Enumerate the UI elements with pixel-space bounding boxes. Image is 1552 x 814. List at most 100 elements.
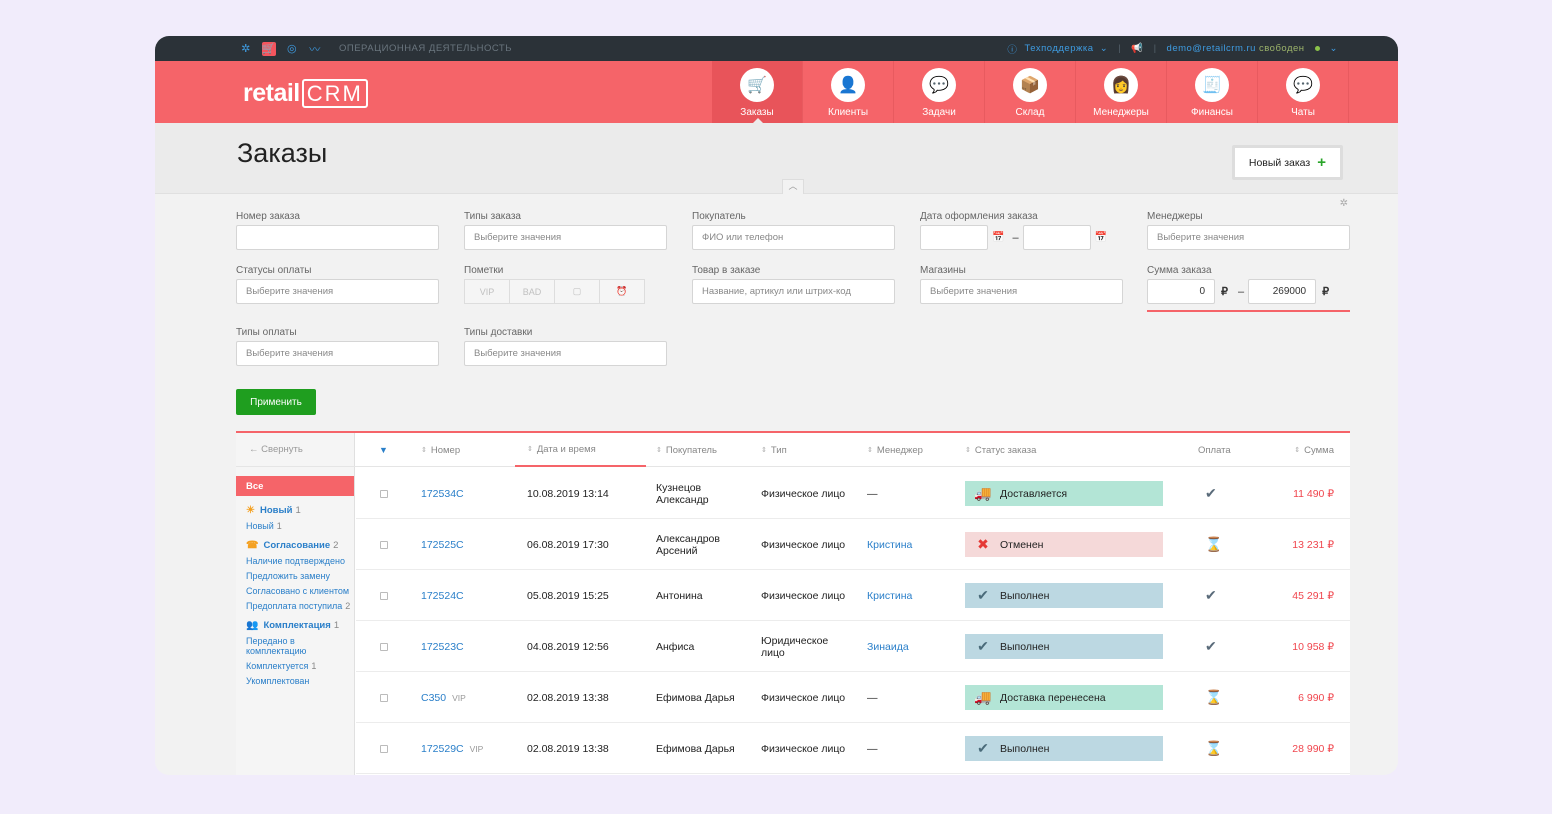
order-number-link[interactable]: 172525C bbox=[421, 539, 464, 551]
new-order-button[interactable]: Новый заказ + bbox=[1231, 145, 1343, 180]
status-dot bbox=[1314, 46, 1320, 51]
order-number-link[interactable]: 172534C bbox=[421, 488, 464, 500]
nav-item-finance[interactable]: 🧾 Финансы bbox=[1167, 61, 1258, 123]
payment-status-icon: ✔ bbox=[1205, 638, 1217, 654]
apply-button[interactable]: Применить bbox=[236, 389, 316, 415]
chevron-down-icon[interactable]: ⌄ bbox=[1330, 43, 1338, 54]
payment-statuses-select[interactable]: Выберите значения bbox=[236, 279, 439, 304]
nav-item-manager[interactable]: 👩 Менеджеры bbox=[1076, 61, 1167, 123]
column-header[interactable]: ⇕ Дата и время bbox=[515, 433, 646, 467]
payment-status-icon: ⌛ bbox=[1205, 536, 1223, 552]
chart-icon[interactable]: 〰 bbox=[308, 42, 322, 56]
order-number-input[interactable] bbox=[236, 225, 439, 250]
status-badge[interactable]: 🚚 Доставляется bbox=[965, 481, 1163, 506]
manager-name[interactable]: Кристина bbox=[867, 539, 912, 551]
logo[interactable]: retail CRM bbox=[243, 79, 368, 108]
collapse-filters-button[interactable]: ︿ bbox=[782, 179, 804, 194]
nav-label: Склад bbox=[1015, 107, 1045, 118]
select-all-toggle[interactable]: ▼ bbox=[379, 433, 388, 467]
date-to-input[interactable] bbox=[1022, 225, 1091, 250]
manager-name[interactable]: Кристина bbox=[867, 590, 912, 602]
date-from-input[interactable] bbox=[920, 225, 988, 250]
row-checkbox[interactable] bbox=[380, 642, 388, 651]
sidebar-item[interactable]: Передано в комплектацию bbox=[236, 636, 354, 656]
managers-select[interactable]: Выберите значения bbox=[1147, 225, 1350, 250]
sidebar-item[interactable]: Укомплектован bbox=[236, 676, 354, 686]
mark-toggle[interactable]: VIP bbox=[464, 279, 510, 304]
table-row[interactable]: 172529C VIP 02.08.2019 13:38 Ефимова Дарья Ф… bbox=[356, 723, 1350, 774]
row-checkbox[interactable] bbox=[380, 489, 388, 498]
table-row[interactable]: 172525C 06.08.2019 17:30 Александров Арсен… bbox=[356, 519, 1350, 570]
status-badge[interactable]: ✖ Отменен bbox=[965, 532, 1163, 557]
order-number-link[interactable]: C350 bbox=[421, 692, 446, 704]
row-checkbox[interactable] bbox=[380, 540, 388, 549]
nav-item-cart[interactable]: 🛒 Заказы bbox=[712, 61, 803, 123]
sidebar-item-label: Согласовано с клиентом bbox=[246, 586, 350, 596]
sidebar-item-label: Передано в комплектацию bbox=[246, 636, 307, 656]
gear-icon[interactable]: ✲ bbox=[1340, 198, 1348, 209]
column-header[interactable]: Оплата bbox=[1198, 433, 1231, 467]
status-badge[interactable]: ✔ Выполнен bbox=[965, 634, 1163, 659]
sum-to-input[interactable]: 269000 bbox=[1248, 279, 1317, 304]
sidebar-group[interactable]: ☀ Новый 1 bbox=[236, 505, 354, 516]
order-number-link[interactable]: 172523C bbox=[421, 641, 464, 653]
cart-icon[interactable]: 🛒 bbox=[262, 41, 276, 56]
calendar-icon[interactable]: 📅 bbox=[992, 232, 1004, 243]
shops-select[interactable]: Выберите значения bbox=[920, 279, 1123, 304]
nav-item-client[interactable]: 👤 Клиенты bbox=[803, 61, 894, 123]
sidebar-item[interactable]: Новый 1 bbox=[236, 521, 354, 531]
table-row[interactable]: C350 VIP 02.08.2019 13:38 Ефимова Дарья Физи… bbox=[356, 672, 1350, 723]
sum-from-input[interactable]: 0 bbox=[1147, 279, 1215, 304]
manager-name[interactable]: Зинаида bbox=[867, 641, 909, 653]
megaphone-icon[interactable]: 📢 bbox=[1131, 43, 1143, 54]
order-number-link[interactable]: 172524C bbox=[421, 590, 464, 602]
sidebar-item-all[interactable]: Все bbox=[236, 476, 354, 496]
calendar-icon[interactable]: 📅 bbox=[1095, 232, 1107, 243]
user-email[interactable]: demo@retailcrm.ru bbox=[1167, 43, 1256, 54]
sidebar-item[interactable]: Согласовано с клиентом bbox=[236, 586, 354, 596]
column-header[interactable]: ⇕ Номер bbox=[421, 433, 460, 467]
sidebar-item[interactable]: Предложить замену bbox=[236, 571, 354, 581]
sidebar-group[interactable]: ☎ Согласование 2 bbox=[236, 540, 354, 551]
payment-types-select[interactable]: Выберите значения bbox=[236, 341, 439, 366]
user-status: свободен bbox=[1258, 43, 1305, 54]
mark-toggle[interactable]: ▢ bbox=[554, 279, 600, 304]
row-checkbox[interactable] bbox=[380, 744, 388, 753]
gear-icon[interactable]: ✲ bbox=[239, 42, 253, 56]
customer-input[interactable]: ФИО или телефон bbox=[692, 225, 895, 250]
sidebar-item[interactable]: Комплектуется 1 bbox=[236, 661, 354, 671]
mark-toggle[interactable]: ⏰ bbox=[599, 279, 645, 304]
table-row[interactable]: 172523C 04.08.2019 12:56 Анфиса Юридическое… bbox=[356, 621, 1350, 672]
column-header[interactable]: ⇕ Покупатель bbox=[656, 433, 717, 467]
sidebar-item[interactable]: Предоплата поступила 2 bbox=[236, 601, 354, 611]
nav-item-tasks[interactable]: 💬 Задачи bbox=[894, 61, 985, 123]
order-number-link[interactable]: 172529C bbox=[421, 743, 464, 755]
column-header[interactable]: ⇕ Сумма bbox=[1294, 433, 1334, 467]
sidebar-item[interactable]: Наличие подтверждено bbox=[236, 556, 354, 566]
status-badge[interactable]: ✔ Выполнен bbox=[965, 583, 1163, 608]
target-icon[interactable]: ◎ bbox=[285, 42, 299, 56]
sidebar-group[interactable]: 👥 Комплектация 1 bbox=[236, 620, 354, 631]
column-header[interactable]: ⇕ Статус заказа bbox=[965, 433, 1036, 467]
mark-toggle[interactable]: BAD bbox=[509, 279, 555, 304]
status-badge[interactable]: ✔ Выполнен bbox=[965, 736, 1163, 761]
status-badge[interactable]: 🚚 Доставка перенесена bbox=[965, 685, 1163, 710]
status-icon: ✖ bbox=[977, 536, 989, 552]
table-row[interactable]: 172534C 10.08.2019 13:14 Кузнецов Александ… bbox=[356, 468, 1350, 519]
row-checkbox[interactable] bbox=[380, 693, 388, 702]
product-input[interactable]: Название, артикул или штрих-код bbox=[692, 279, 895, 304]
order-sum: 6 990 ₽ bbox=[1298, 691, 1334, 704]
column-header[interactable]: ⇕ Менеджер bbox=[867, 433, 923, 467]
table-row[interactable]: 172524C 05.08.2019 15:25 Антонина Физическо… bbox=[356, 570, 1350, 621]
order-types-select[interactable]: Выберите значения bbox=[464, 225, 667, 250]
sort-icon: ⇕ bbox=[867, 447, 873, 454]
order-date: 05.08.2019 15:25 bbox=[527, 589, 609, 602]
delivery-types-select[interactable]: Выберите значения bbox=[464, 341, 667, 366]
row-checkbox[interactable] bbox=[380, 591, 388, 600]
column-header[interactable]: ⇕ Тип bbox=[761, 433, 787, 467]
support-link[interactable]: ⓘ Техподдержка ⌄ bbox=[1007, 42, 1108, 56]
nav-label: Менеджеры bbox=[1093, 107, 1149, 118]
nav-item-warehouse[interactable]: 📦 Склад bbox=[985, 61, 1076, 123]
manager-name: — bbox=[867, 691, 878, 704]
nav-item-chat[interactable]: 💬 Чаты bbox=[1258, 61, 1349, 123]
